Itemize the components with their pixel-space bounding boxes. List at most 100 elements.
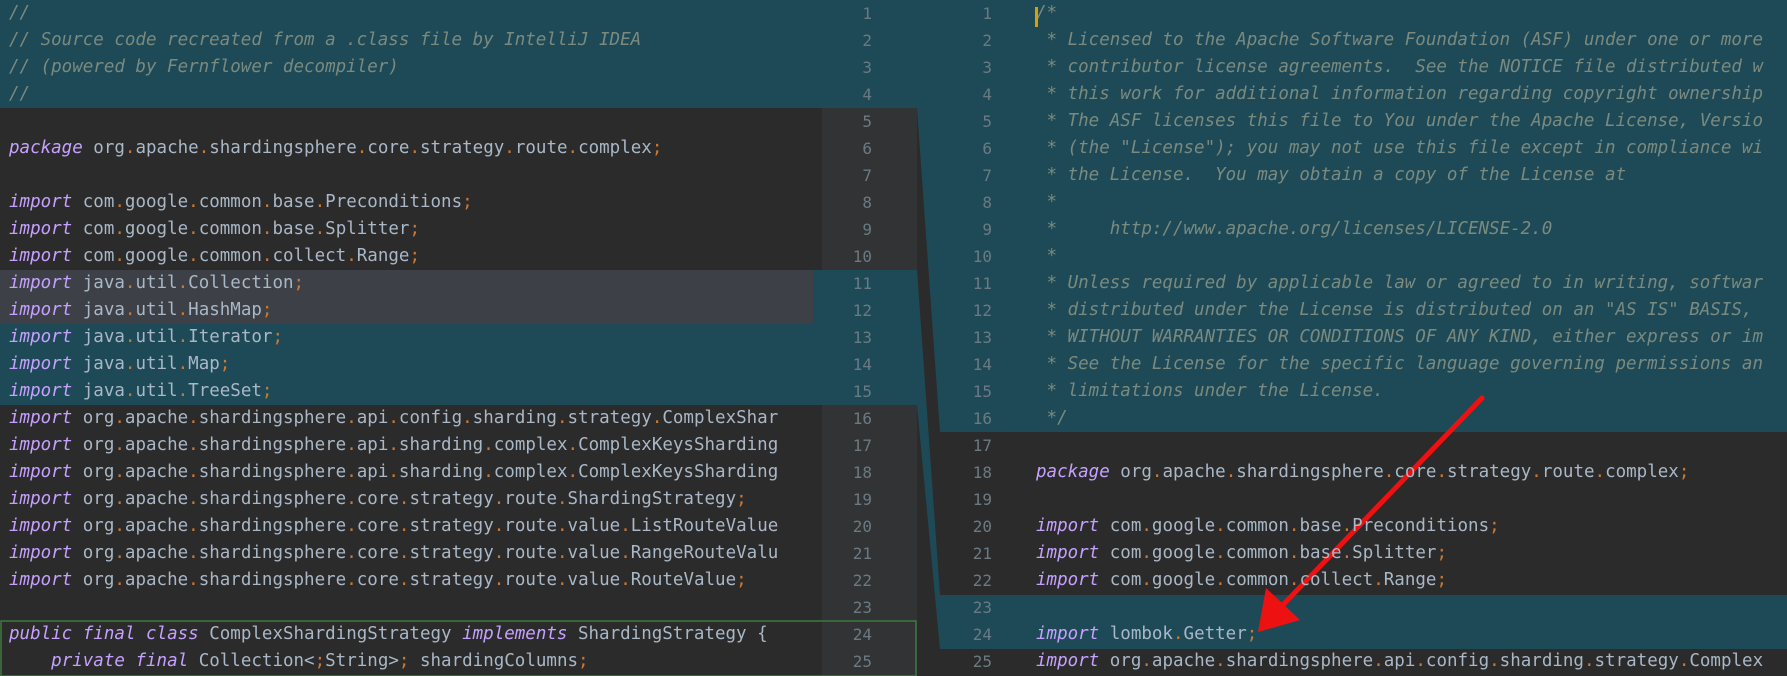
left-line-number: 16 [852, 409, 872, 428]
left-line-number: 1 [862, 4, 872, 23]
left-line-number: 11 [852, 274, 872, 293]
right-code-line[interactable]: * [1027, 243, 1787, 270]
right-line-number: 21 [972, 544, 992, 563]
right-line-number: 11 [972, 274, 992, 293]
left-line-number: 8 [862, 193, 872, 212]
right-line-number: 8 [982, 193, 992, 212]
right-line-number: 7 [982, 166, 992, 185]
left-code-line[interactable]: import org.apache.shardingsphere.core.st… [0, 513, 822, 540]
right-code-line[interactable]: import com.google.common.base.Splitter; [1027, 540, 1787, 567]
right-line-number: 25 [972, 652, 992, 671]
right-code-line[interactable]: * The ASF licenses this file to You unde… [1027, 108, 1787, 135]
left-line-number: 3 [862, 58, 872, 77]
left-line-number: 20 [852, 517, 872, 536]
right-line-number: 18 [972, 463, 992, 482]
left-code-line[interactable]: import org.apache.shardingsphere.api.con… [0, 405, 822, 432]
right-code-line[interactable]: * Unless required by applicable law or a… [1027, 270, 1787, 297]
right-line-number-gutter: 1 2 3 4 5 6 7 8 9 10 11 12 13 14 15 16 17 18 19 20 21 22 23 24 2… [940, 0, 1027, 676]
right-line-number: 15 [972, 382, 992, 401]
left-code-line[interactable]: // (powered by Fernflower decompiler) [0, 54, 822, 81]
left-code-line[interactable]: import org.apache.shardingsphere.api.sha… [0, 459, 822, 486]
right-code-line[interactable]: * http://www.apache.org/licenses/LICENSE… [1027, 216, 1787, 243]
left-line-number: 19 [852, 490, 872, 509]
left-code-line[interactable]: import org.apache.shardingsphere.api.sha… [0, 432, 822, 459]
left-line-number-gutter: 1 2 3 4 5 6 7 8 9 10 11 12 13 14 15 16 17 18 19 20 21 22 23 24 2… [822, 0, 917, 676]
left-code-line[interactable]: import org.apache.shardingsphere.core.st… [0, 540, 822, 567]
left-code-line[interactable]: import org.apache.shardingsphere.core.st… [0, 486, 822, 513]
left-code-line[interactable]: // Source code recreated from a .class f… [0, 27, 822, 54]
right-code-line[interactable] [1027, 594, 1787, 621]
left-line-number: 4 [862, 85, 872, 104]
left-line-number: 15 [852, 382, 872, 401]
left-code-line[interactable]: // [0, 81, 822, 108]
right-code-line[interactable]: import lombok.Getter; [1027, 621, 1787, 648]
right-line-number: 5 [982, 112, 992, 131]
left-code-line[interactable] [0, 108, 822, 135]
left-code-line[interactable]: import java.util.Collection; [0, 270, 822, 297]
left-code-line[interactable]: import java.util.Iterator; [0, 324, 822, 351]
left-code-line[interactable]: import com.google.common.collect.Range; [0, 243, 822, 270]
right-line-number: 13 [972, 328, 992, 347]
left-line-number: 24 [852, 625, 872, 644]
right-editor-pane[interactable]: /* * Licensed to the Apache Software Fou… [1027, 0, 1787, 676]
left-line-number: 2 [862, 31, 872, 50]
right-code-line[interactable]: import com.google.common.collect.Range; [1027, 567, 1787, 594]
right-line-number: 6 [982, 139, 992, 158]
left-code-line[interactable] [0, 594, 822, 621]
right-code-line[interactable]: * [1027, 189, 1787, 216]
right-code-line[interactable]: * the License. You may obtain a copy of … [1027, 162, 1787, 189]
left-code-line[interactable] [0, 162, 822, 189]
left-line-number: 10 [852, 247, 872, 266]
left-code-line[interactable]: import com.google.common.base.Preconditi… [0, 189, 822, 216]
left-code-line[interactable]: import org.apache.shardingsphere.core.st… [0, 567, 822, 594]
right-code-line[interactable]: * limitations under the License. [1027, 378, 1787, 405]
left-line-number: 17 [852, 436, 872, 455]
right-code-line[interactable] [1027, 432, 1787, 459]
right-line-number: 19 [972, 490, 992, 509]
right-line-number: 4 [982, 85, 992, 104]
left-line-number: 23 [852, 598, 872, 617]
right-code-line[interactable]: import org.apache.shardingsphere.api.con… [1027, 648, 1787, 675]
left-line-number: 13 [852, 328, 872, 347]
left-line-number: 7 [862, 166, 872, 185]
left-line-number: 5 [862, 112, 872, 131]
left-line-number: 14 [852, 355, 872, 374]
left-code-line[interactable]: public final class ComplexShardingStrate… [0, 621, 822, 648]
left-code-line[interactable]: import java.util.TreeSet; [0, 378, 822, 405]
right-code-line[interactable]: * this work for additional information r… [1027, 81, 1787, 108]
right-code-line[interactable]: * (the "License"); you may not use this … [1027, 135, 1787, 162]
text-caret [1035, 7, 1038, 27]
right-code-line[interactable]: * Licensed to the Apache Software Founda… [1027, 27, 1787, 54]
left-code-line[interactable]: import java.util.HashMap; [0, 297, 822, 324]
right-code-line[interactable] [1027, 486, 1787, 513]
right-code-line[interactable]: */ [1027, 405, 1787, 432]
right-code-line[interactable]: import com.google.common.base.Preconditi… [1027, 513, 1787, 540]
left-code-line[interactable]: package org.apache.shardingsphere.core.s… [0, 135, 822, 162]
right-code-line[interactable]: package org.apache.shardingsphere.core.s… [1027, 459, 1787, 486]
left-line-number: 9 [862, 220, 872, 239]
left-editor-pane[interactable]: //// Source code recreated from a .class… [0, 0, 822, 676]
left-line-number: 6 [862, 139, 872, 158]
right-line-number: 17 [972, 436, 992, 455]
right-line-number: 12 [972, 301, 992, 320]
left-line-number: 12 [852, 301, 872, 320]
left-code-line[interactable]: import java.util.Map; [0, 351, 822, 378]
left-line-number: 18 [852, 463, 872, 482]
left-code-line[interactable]: import com.google.common.base.Splitter; [0, 216, 822, 243]
right-line-number: 20 [972, 517, 992, 536]
left-code-line[interactable]: // [0, 0, 822, 27]
right-code-line[interactable]: * WITHOUT WARRANTIES OR CONDITIONS OF AN… [1027, 324, 1787, 351]
left-code-line[interactable]: private final Collection<;String>; shard… [0, 648, 822, 675]
right-code-line[interactable]: * distributed under the License is distr… [1027, 297, 1787, 324]
right-line-number: 24 [972, 625, 992, 644]
right-code-line[interactable]: * See the License for the specific langu… [1027, 351, 1787, 378]
right-line-number: 2 [982, 31, 992, 50]
right-line-number: 1 [982, 4, 992, 23]
right-line-number: 9 [982, 220, 992, 239]
left-line-number: 21 [852, 544, 872, 563]
right-code-line[interactable]: * contributor license agreements. See th… [1027, 54, 1787, 81]
left-line-number: 25 [852, 652, 872, 671]
right-code-line[interactable]: /* [1027, 0, 1787, 27]
right-line-number: 14 [972, 355, 992, 374]
right-line-number: 22 [972, 571, 992, 590]
